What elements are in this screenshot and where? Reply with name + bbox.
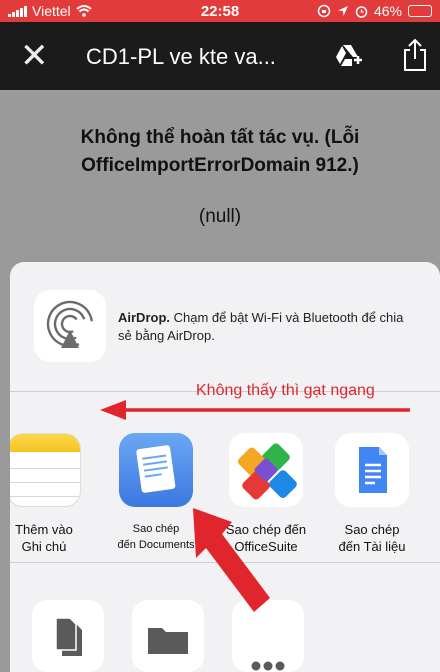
airdrop-title: AirDrop. xyxy=(118,310,170,325)
error-message: Không thể hoàn tất tác vụ. (Lỗi OfficeIm… xyxy=(80,127,360,176)
airdrop-row[interactable]: AirDrop. Chạm để bật Wi-Fi và Bluetooth … xyxy=(10,262,440,392)
app-google-docs[interactable]: Sao chép đến Tài liệu xyxy=(326,433,418,555)
google-docs-icon[interactable] xyxy=(335,433,409,507)
rotation-lock-icon xyxy=(317,4,331,18)
location-icon xyxy=(337,6,348,16)
officesuite-icon[interactable] xyxy=(229,433,303,507)
app-label: Sao chép đến Documents xyxy=(117,523,195,551)
nav-bar: ✕ CD1-PL ve kte va... xyxy=(0,22,440,90)
app-label: Thêm vào Ghi chú xyxy=(15,522,73,554)
close-icon[interactable]: ✕ xyxy=(20,36,49,76)
app-officesuite[interactable]: Sao chép đến OfficeSuite xyxy=(220,433,312,555)
status-bar: Viettel 22:58 46% xyxy=(0,0,440,22)
app-row: Thêm vàoGhi chú Sao chépđến Documents xyxy=(10,393,440,563)
app-label: Sao chép đến OfficeSuite xyxy=(225,522,307,554)
battery-icon xyxy=(408,5,432,17)
app-label: Sao chép đến Tài liệu xyxy=(338,522,406,554)
null-text: (null) xyxy=(198,206,242,227)
battery-percent: 46% xyxy=(373,3,402,19)
airdrop-icon[interactable] xyxy=(34,290,106,362)
airdrop-description: AirDrop. Chạm để bật Wi-Fi và Bluetooth … xyxy=(118,309,418,345)
alarm-icon xyxy=(355,5,368,18)
notes-icon[interactable] xyxy=(10,433,81,507)
action-row xyxy=(10,564,440,672)
share-icon[interactable] xyxy=(402,38,428,72)
page-title: CD1-PL ve kte va... xyxy=(86,44,276,69)
more-icon[interactable] xyxy=(232,600,304,672)
documents-icon[interactable] xyxy=(119,433,193,507)
share-sheet: AirDrop. Chạm để bật Wi-Fi và Bluetooth … xyxy=(10,262,440,672)
app-documents[interactable]: Sao chép đến Documents xyxy=(110,433,202,553)
folder-icon[interactable] xyxy=(132,600,204,672)
app-notes[interactable]: Thêm vào Ghi chú xyxy=(10,433,90,555)
annotation-text: Không thấy thì gạt ngang xyxy=(196,382,375,399)
drive-add-icon[interactable] xyxy=(332,40,364,72)
copy-icon[interactable] xyxy=(32,600,104,672)
